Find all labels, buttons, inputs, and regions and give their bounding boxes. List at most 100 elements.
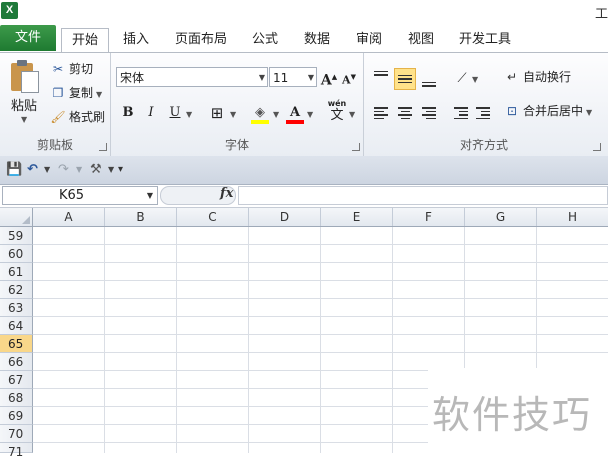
window-title: 工 [594, 7, 608, 22]
row-header[interactable]: 66 [0, 353, 33, 371]
tab-insert[interactable]: 插入 [113, 28, 159, 52]
row-header[interactable]: 69 [0, 407, 33, 425]
copy-button[interactable]: ❐ 复制 ▼ [50, 83, 103, 103]
save-icon[interactable]: 💾 [6, 161, 22, 179]
clipboard-group: 粘贴 ▼ ✂ 剪切 ❐ 复制 ▼ 🖌 格式刷 剪贴板 [0, 53, 111, 156]
phonetic-button[interactable]: wén 文 [326, 99, 348, 123]
title-bar: X 工 [0, 0, 608, 24]
font-color-button[interactable]: A [285, 103, 305, 124]
name-box[interactable]: K65 ▼ [2, 186, 158, 205]
decrease-indent-icon[interactable] [450, 102, 472, 124]
ribbon-tabs: 文件 开始 插入 页面布局 公式 数据 审阅 视图 开发工具 [0, 24, 608, 54]
font-group: 宋体 ▼ 11 ▼ A▲ A▼ B I U ▼ ⊞ ▼ ◈ ▼ A ▼ wén … [111, 53, 364, 156]
formula-input[interactable] [238, 186, 608, 205]
borders-dropdown-icon[interactable]: ▼ [230, 110, 236, 119]
column-header[interactable]: H [537, 208, 608, 226]
tab-developer[interactable]: 开发工具 [452, 28, 518, 52]
name-box-dropdown-icon: ▼ [146, 191, 153, 200]
align-left-icon[interactable] [370, 102, 392, 124]
tools-icon[interactable]: ⚒ [90, 161, 102, 179]
underline-button[interactable]: U [166, 103, 184, 123]
format-painter-button[interactable]: 🖌 格式刷 [50, 107, 105, 127]
undo-dropdown-icon[interactable]: ▼ [44, 161, 50, 179]
row-header[interactable]: 63 [0, 299, 33, 317]
row-header-active[interactable]: 65 [0, 335, 33, 353]
font-name-combo[interactable]: 宋体 ▼ [116, 67, 268, 87]
row-header[interactable]: 68 [0, 389, 33, 407]
customize-toolbar-icon[interactable]: ▾ [118, 161, 123, 179]
alignment-launcher-icon[interactable] [593, 143, 601, 151]
scissors-icon: ✂ [52, 62, 64, 76]
row-header[interactable]: 67 [0, 371, 33, 389]
orientation-icon[interactable]: ⟋ [452, 69, 472, 89]
font-size-combo[interactable]: 11 ▼ [269, 67, 317, 87]
tab-view[interactable]: 视图 [399, 28, 443, 52]
copy-icon: ❐ [52, 86, 64, 100]
row-header[interactable]: 59 [0, 227, 33, 245]
fill-color-button[interactable]: ◈ [250, 103, 270, 124]
paste-icon[interactable] [9, 59, 39, 93]
redo-icon[interactable]: ↷ [58, 161, 69, 179]
orientation-dropdown-icon[interactable]: ▼ [472, 75, 478, 84]
increase-indent-icon[interactable] [472, 102, 494, 124]
italic-button[interactable]: I [142, 103, 160, 123]
column-header[interactable]: G [465, 208, 537, 226]
tab-page-layout[interactable]: 页面布局 [168, 28, 234, 52]
row-header[interactable]: 61 [0, 263, 33, 281]
merge-center-button[interactable]: ⊡ 合并后居中 ▼ [504, 101, 592, 121]
clipboard-launcher-icon[interactable] [99, 143, 107, 151]
column-header[interactable]: E [321, 208, 393, 226]
top-align-icon[interactable] [370, 66, 392, 88]
row-header[interactable]: 71 [0, 443, 33, 459]
undo-icon[interactable]: ↶ [27, 161, 38, 179]
column-header[interactable]: B [105, 208, 177, 226]
font-group-label: 字体 [224, 138, 249, 152]
watermark: 软件技巧 [428, 368, 608, 453]
quick-access-toolbar: 💾 ↶ ▼ ↷ ▼ ⚒ ▼ ▾ [0, 156, 608, 185]
wrap-text-button[interactable]: ↵ 自动换行 [504, 67, 571, 87]
merge-cells-icon: ⊡ [506, 104, 518, 118]
column-headers: A B C D E F G H [0, 208, 608, 227]
tab-review[interactable]: 审阅 [347, 28, 391, 52]
row-header[interactable]: 62 [0, 281, 33, 299]
redo-dropdown-icon[interactable]: ▼ [76, 161, 82, 179]
row-header[interactable]: 70 [0, 425, 33, 443]
column-header[interactable]: F [393, 208, 465, 226]
alignment-group-label: 对齐方式 [459, 138, 508, 152]
alignment-group: ⟋ ▼ ↵ 自动换行 ⊡ 合并后居中 ▼ 对齐方式 [364, 53, 604, 156]
row-header[interactable]: 64 [0, 317, 33, 335]
phonetic-dropdown-icon[interactable]: ▼ [349, 110, 355, 119]
paste-button[interactable]: 粘贴 [11, 95, 37, 114]
grow-font-button[interactable]: A▲ [320, 67, 338, 89]
middle-align-icon[interactable] [394, 68, 416, 90]
underline-dropdown-icon[interactable]: ▼ [186, 110, 192, 119]
align-center-icon[interactable] [394, 102, 416, 124]
font-size-dropdown-icon: ▼ [307, 73, 314, 82]
merge-center-dropdown-icon: ▼ [586, 108, 593, 117]
cut-button[interactable]: ✂ 剪切 [50, 59, 93, 79]
font-name-dropdown-icon: ▼ [258, 73, 265, 82]
tab-formulas[interactable]: 公式 [243, 28, 287, 52]
column-header[interactable]: C [177, 208, 249, 226]
column-header[interactable]: D [249, 208, 321, 226]
insert-function-icon[interactable]: fx [220, 186, 233, 201]
tab-home[interactable]: 开始 [61, 28, 109, 54]
select-all-corner[interactable] [0, 208, 33, 226]
font-color-dropdown-icon[interactable]: ▼ [307, 110, 313, 119]
tab-file[interactable]: 文件 [0, 25, 56, 51]
paste-dropdown-icon[interactable]: ▼ [21, 115, 27, 124]
align-right-icon[interactable] [418, 102, 440, 124]
borders-icon[interactable]: ⊞ [208, 103, 226, 123]
shrink-font-button[interactable]: A▼ [340, 67, 358, 87]
paint-bucket-icon: ◈ [255, 105, 265, 120]
ribbon-home: 粘贴 ▼ ✂ 剪切 ❐ 复制 ▼ 🖌 格式刷 剪贴板 宋体 ▼ 11 ▼ A▲ A▼ B… [0, 52, 608, 157]
tab-data[interactable]: 数据 [295, 28, 339, 52]
watermark-text: 软件技巧 [432, 393, 593, 437]
column-header[interactable]: A [33, 208, 105, 226]
row-header[interactable]: 60 [0, 245, 33, 263]
bold-button[interactable]: B [119, 103, 137, 123]
bottom-align-icon[interactable] [418, 70, 440, 92]
tools-dropdown-icon[interactable]: ▼ [108, 161, 114, 179]
font-launcher-icon[interactable] [352, 143, 360, 151]
fill-color-dropdown-icon[interactable]: ▼ [273, 110, 279, 119]
